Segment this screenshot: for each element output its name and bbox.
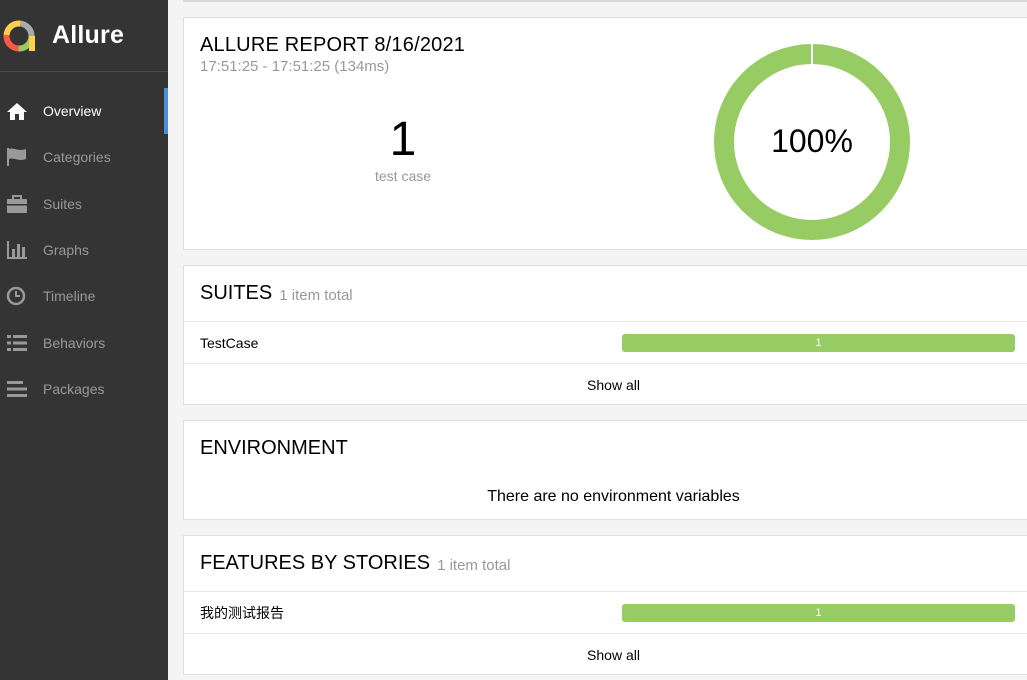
sidebar-nav: Overview Categories Suites Graphs Timeli… — [0, 72, 168, 412]
environment-widget: ENVIRONMENT There are no environment var… — [183, 420, 1027, 520]
suites-widget: SUITES 1 item total TestCase 1 Show all — [183, 265, 1027, 405]
suites-header: SUITES 1 item total — [184, 266, 1027, 321]
align-left-icon — [6, 379, 28, 399]
environment-empty-message: There are no environment variables — [487, 488, 740, 505]
suites-total: 1 item total — [279, 287, 353, 304]
suite-row[interactable]: TestCase 1 — [184, 321, 1027, 363]
features-widget: FEATURES BY STORIES 1 item total 我的测试报告 … — [183, 535, 1027, 675]
features-header: FEATURES BY STORIES 1 item total — [184, 536, 1027, 591]
suite-status-bar[interactable]: 1 — [622, 334, 1015, 352]
brand-name: Allure — [52, 21, 125, 49]
suites-show-all-link[interactable]: Show all — [184, 363, 1027, 405]
flag-icon — [6, 147, 28, 167]
feature-name: 我的测试报告 — [200, 604, 284, 621]
feature-status-bar[interactable]: 1 — [622, 604, 1015, 622]
brand[interactable]: Allure — [0, 0, 168, 72]
sidebar-item-label: Suites — [43, 195, 82, 212]
sidebar-item-overview[interactable]: Overview — [0, 88, 168, 135]
sidebar-item-graphs[interactable]: Graphs — [0, 227, 168, 273]
sidebar-item-categories[interactable]: Categories — [0, 134, 168, 180]
suite-name: TestCase — [200, 334, 259, 351]
sidebar-item-label: Behaviors — [43, 334, 106, 351]
report-title: ALLURE REPORT 8/16/2021 — [200, 34, 466, 56]
pass-percentage: 100% — [771, 123, 853, 159]
sidebar-item-packages[interactable]: Packages — [0, 366, 168, 412]
environment-title: ENVIRONMENT — [200, 437, 348, 459]
briefcase-icon — [6, 194, 28, 214]
main-content: ALLURE REPORT 8/16/2021 17:51:25 - 17:51… — [168, 0, 1027, 680]
test-case-count: 1 — [389, 113, 417, 166]
sidebar-item-label: Categories — [43, 149, 111, 166]
environment-header: ENVIRONMENT — [184, 421, 1027, 476]
features-show-all-link[interactable]: Show all — [184, 633, 1027, 675]
sidebar-item-label: Overview — [43, 103, 102, 120]
suites-title: SUITES — [200, 282, 273, 304]
top-divider — [183, 0, 1027, 2]
features-title: FEATURES BY STORIES — [200, 552, 431, 574]
sidebar: Allure Overview Categories Suites Graphs — [0, 0, 168, 680]
clock-icon — [6, 286, 28, 306]
suite-count: 1 — [815, 337, 822, 349]
sidebar-item-suites[interactable]: Suites — [0, 181, 168, 227]
home-icon — [6, 101, 28, 121]
sidebar-item-timeline[interactable]: Timeline — [0, 273, 168, 319]
list-icon — [6, 333, 28, 353]
feature-count: 1 — [815, 607, 822, 619]
report-time: 17:51:25 - 17:51:25 (134ms) — [200, 58, 390, 75]
sidebar-item-label: Packages — [43, 380, 105, 397]
features-total: 1 item total — [437, 557, 511, 574]
bar-chart-icon — [6, 240, 28, 260]
test-case-label: test case — [374, 168, 432, 184]
allure-logo-icon — [3, 20, 35, 51]
sidebar-item-behaviors[interactable]: Behaviors — [0, 319, 168, 365]
feature-row[interactable]: 我的测试报告 1 — [184, 591, 1027, 633]
sidebar-item-label: Graphs — [43, 242, 89, 259]
report-summary-widget: ALLURE REPORT 8/16/2021 17:51:25 - 17:51… — [183, 17, 1027, 250]
sidebar-item-label: Timeline — [43, 288, 96, 305]
